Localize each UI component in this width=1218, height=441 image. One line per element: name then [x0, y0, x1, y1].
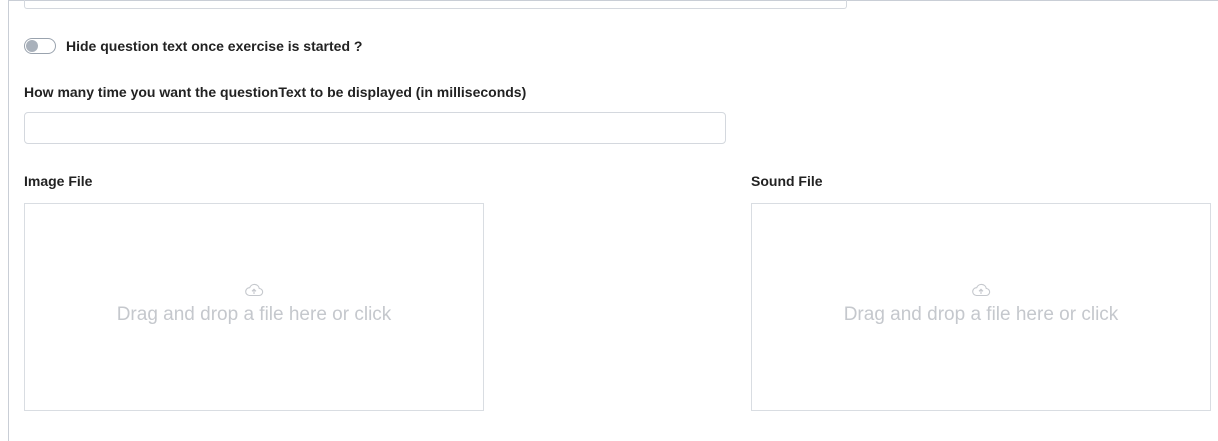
hide-question-toggle-row: Hide question text once exercise is star…: [24, 36, 362, 56]
image-file-dropzone[interactable]: Drag and drop a file here or click: [24, 203, 484, 411]
sound-dropzone-content: Drag and drop a file here or click: [752, 282, 1210, 326]
hide-question-toggle-label: Hide question text once exercise is star…: [66, 38, 363, 54]
image-dropzone-content: Drag and drop a file here or click: [25, 282, 483, 326]
previous-field-input[interactable]: [24, 0, 847, 9]
image-file-label: Image File: [24, 173, 93, 189]
sound-file-label: Sound File: [751, 173, 823, 189]
display-time-label: How many time you want the questionText …: [24, 84, 527, 100]
sound-file-dropzone[interactable]: Drag and drop a file here or click: [751, 203, 1211, 411]
image-dropzone-text: Drag and drop a file here or click: [116, 304, 392, 325]
display-time-input[interactable]: [24, 112, 726, 144]
hide-question-toggle[interactable]: [24, 38, 56, 54]
cloud-upload-icon: [245, 283, 264, 297]
sound-dropzone-text: Drag and drop a file here or click: [843, 304, 1119, 325]
cloud-upload-icon: [972, 283, 991, 297]
toggle-knob: [26, 40, 38, 52]
